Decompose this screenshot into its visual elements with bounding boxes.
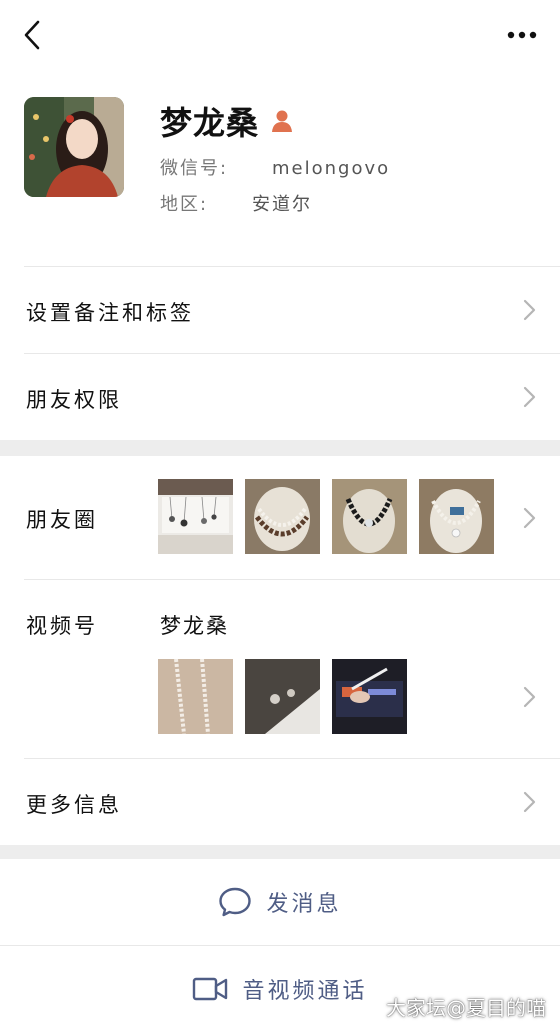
channel-name: 梦龙桑 (160, 614, 229, 638)
channels-label: 视频号 (26, 614, 98, 638)
ellipsis-icon (507, 31, 537, 39)
region-label: 地区: (160, 194, 209, 215)
channel-thumbnail (245, 659, 320, 734)
set-remarks-tags-label: 设置备注和标签 (26, 301, 194, 325)
channel-thumbnail (332, 659, 407, 734)
channel-thumbnail (158, 659, 233, 734)
chevron-right-icon (523, 386, 536, 408)
channels-row[interactable]: 视频号 梦龙桑 (0, 580, 560, 758)
set-remarks-tags-row[interactable]: 设置备注和标签 (0, 267, 560, 353)
more-info-label: 更多信息 (26, 793, 122, 817)
profile-name: 梦龙桑 (160, 104, 260, 142)
more-options-button[interactable] (502, 20, 542, 50)
video-camera-icon (193, 977, 228, 1001)
profile-header: 梦龙桑 微信号: melongovo 地区: 安道尔 (0, 70, 560, 266)
chevron-right-icon (523, 507, 536, 529)
region-line: 地区: 安道尔 (160, 190, 312, 216)
chevron-right-icon (523, 791, 536, 813)
more-info-row[interactable]: 更多信息 (0, 759, 560, 845)
chevron-right-icon (523, 686, 536, 708)
watermark: 大家坛@夏目的喵 (386, 996, 546, 1020)
wechat-id-value[interactable]: melongovo (272, 158, 390, 179)
avatar[interactable] (24, 97, 124, 197)
moments-row[interactable]: 朋友圈 (0, 456, 560, 579)
moments-thumbnail (419, 479, 494, 554)
back-button[interactable] (14, 16, 50, 54)
moments-thumbnail (158, 479, 233, 554)
send-message-button[interactable]: 发消息 (0, 859, 560, 945)
section-gap (0, 440, 560, 456)
person-female-icon (272, 110, 293, 132)
send-message-label: 发消息 (266, 892, 342, 917)
friend-permissions-label: 朋友权限 (26, 388, 122, 412)
region-value: 安道尔 (252, 194, 312, 215)
wechat-id-label: 微信号: (160, 158, 229, 179)
video-call-label: 音视频通话 (242, 979, 368, 1004)
chevron-left-icon (24, 20, 40, 50)
section-gap (0, 845, 560, 859)
chevron-right-icon (523, 299, 536, 321)
moments-thumbnail (332, 479, 407, 554)
moments-thumbnail (245, 479, 320, 554)
chat-bubble-icon (219, 887, 252, 917)
top-bar (0, 0, 560, 70)
moments-label: 朋友圈 (26, 508, 98, 532)
friend-permissions-row[interactable]: 朋友权限 (0, 354, 560, 440)
wechat-id-line: 微信号: melongovo (160, 154, 390, 180)
